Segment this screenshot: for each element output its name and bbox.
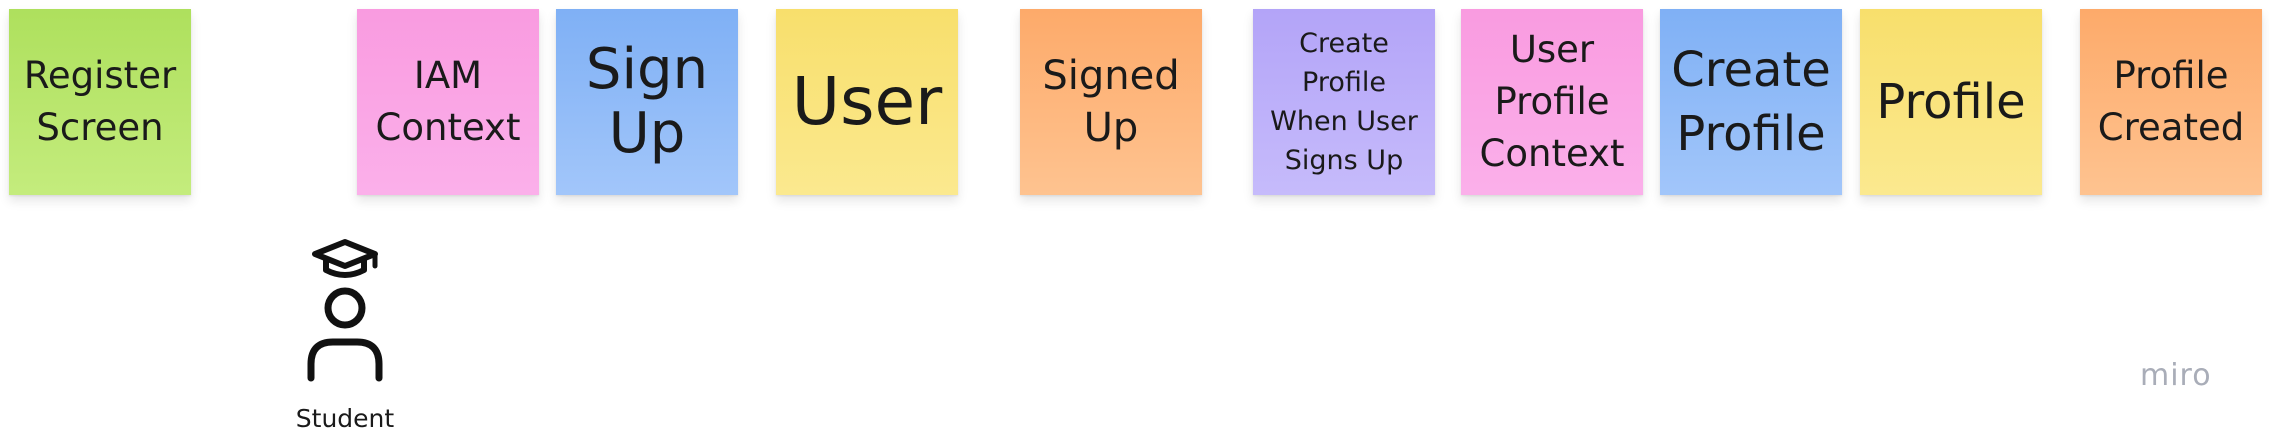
sticky-signed-up[interactable]: Signed Up	[1020, 9, 1202, 195]
sticky-iam-context[interactable]: IAM Context	[357, 9, 539, 195]
sticky-user-profile-context[interactable]: User Profile Context	[1461, 9, 1643, 195]
sticky-profile-created[interactable]: Profile Created	[2080, 9, 2262, 195]
sticky-register-screen[interactable]: Register Screen	[9, 9, 191, 195]
sticky-profile[interactable]: Profile	[1860, 9, 2042, 195]
sticky-create-profile[interactable]: Create Profile	[1660, 9, 1842, 195]
student-graduation-cap-icon[interactable]	[290, 232, 400, 382]
sticky-create-profile-policy[interactable]: Create Profile When User Signs Up	[1253, 9, 1435, 195]
event-storming-board: Register Screen IAM Context Sign Up User…	[0, 0, 2269, 440]
sticky-user[interactable]: User	[776, 9, 958, 195]
sticky-sign-up[interactable]: Sign Up	[556, 9, 738, 195]
actor-label: Student	[295, 404, 395, 433]
miro-logo: miro	[2140, 358, 2212, 393]
